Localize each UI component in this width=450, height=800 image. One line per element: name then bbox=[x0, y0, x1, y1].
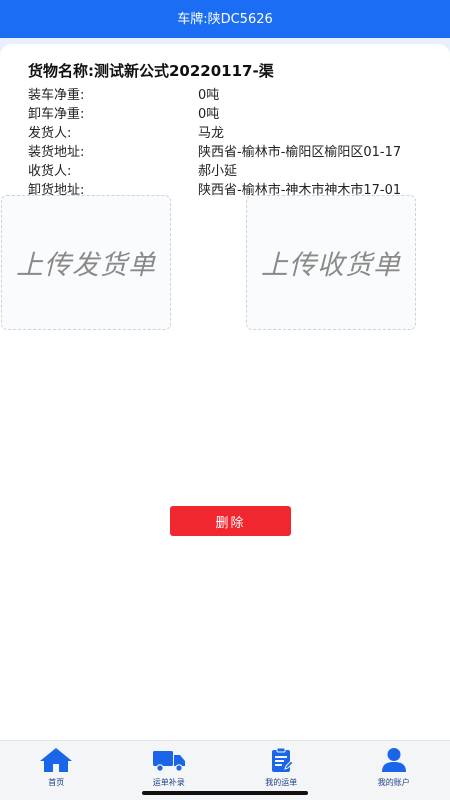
tab-my-account[interactable]: 我的账户 bbox=[338, 741, 450, 800]
info-label: 装车净重: bbox=[28, 88, 85, 103]
page-title: 车牌:陕DC5626 bbox=[177, 12, 273, 27]
info-label: 装货地址: bbox=[28, 145, 85, 160]
info-label: 卸车净重: bbox=[28, 107, 85, 122]
upload-send-slip[interactable]: 上传发货单 bbox=[1, 195, 171, 330]
upload-send-label: 上传发货单 bbox=[16, 250, 156, 281]
info-value: 0吨 bbox=[198, 107, 220, 122]
waybill-detail-sheet: 货物名称:测试新公式20220117-渠 装车净重: 0吨 卸车净重: 0吨 发… bbox=[0, 44, 450, 740]
tab-home[interactable]: 首页 bbox=[0, 741, 113, 800]
info-value: 陕西省-榆林市-榆阳区榆阳区01-17 bbox=[198, 145, 402, 160]
info-label: 收货人: bbox=[28, 164, 72, 179]
delete-button[interactable]: 删除 bbox=[170, 506, 291, 536]
tab-label: 我的账户 bbox=[377, 778, 410, 787]
info-value: 马龙 bbox=[198, 126, 225, 141]
upload-receive-slip[interactable]: 上传收货单 bbox=[246, 195, 416, 330]
upload-receive-label: 上传收货单 bbox=[261, 250, 401, 281]
clipboard-icon bbox=[272, 747, 294, 772]
home-indicator bbox=[142, 791, 308, 795]
info-value: 郝小延 bbox=[198, 164, 238, 179]
home-icon bbox=[40, 748, 73, 772]
info-label: 发货人: bbox=[28, 126, 72, 141]
tab-label: 首页 bbox=[48, 778, 65, 787]
tab-label: 我的运单 bbox=[265, 778, 298, 787]
tab-label: 运单补录 bbox=[152, 778, 185, 787]
cargo-name: 货物名称:测试新公式20220117-渠 bbox=[28, 62, 274, 80]
info-value: 0吨 bbox=[198, 88, 220, 103]
user-icon bbox=[381, 748, 406, 772]
truck-icon bbox=[152, 751, 185, 772]
